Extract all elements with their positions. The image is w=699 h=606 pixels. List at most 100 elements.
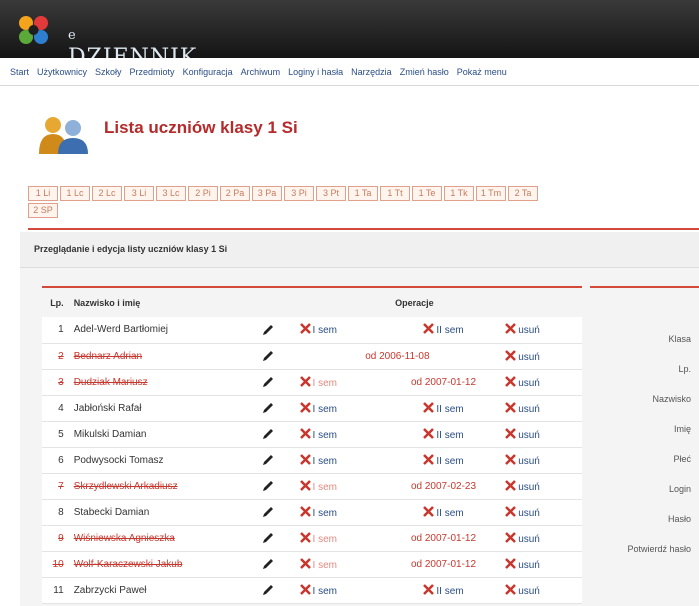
- remove-sem1-link[interactable]: I sem: [299, 557, 337, 571]
- class-tab[interactable]: 1 Li: [28, 186, 58, 201]
- menu-item[interactable]: Szkoły: [95, 67, 122, 77]
- row-student-name: Mikulski Damian: [69, 421, 243, 448]
- app-logo[interactable]: e DZIENNIK: [16, 14, 206, 70]
- class-tab[interactable]: 1 Ta: [348, 186, 378, 201]
- student-form: Klasa Lp. Nazwisko Imię Płeć Login Hasło Potwie…: [590, 286, 699, 606]
- edit-cell: [242, 421, 294, 448]
- table-row: 10 Wolf-Karaczewski Jakub I sem od 2007-01-…: [42, 551, 582, 578]
- class-tab[interactable]: 1 Lc: [60, 186, 90, 201]
- menu-item[interactable]: Archiwum: [241, 67, 281, 77]
- delete-student-link[interactable]: usuń: [505, 531, 540, 545]
- sem1-label: I sem: [312, 481, 337, 493]
- sem1-label: I sem: [312, 429, 337, 441]
- sem2-cell: II sem: [385, 421, 502, 448]
- sem1-label: I sem: [312, 533, 337, 545]
- remove-sem1-link[interactable]: I sem: [299, 505, 337, 519]
- remove-sem1-link[interactable]: I sem: [299, 531, 337, 545]
- remove-sem2-link[interactable]: II sem: [423, 427, 464, 441]
- class-tab[interactable]: 1 Tm: [476, 186, 506, 201]
- delete-student-link[interactable]: usuń: [505, 479, 540, 493]
- x-icon: [505, 557, 517, 569]
- form-field-label: Imię: [673, 424, 691, 434]
- form-field-label: Potwierdź hasło: [627, 544, 691, 554]
- row-student-name: Podwysocki Tomasz: [69, 447, 243, 474]
- pencil-icon[interactable]: [261, 479, 275, 493]
- pencil-icon[interactable]: [261, 453, 275, 467]
- remove-sem2-link[interactable]: II sem: [423, 453, 464, 467]
- pencil-icon[interactable]: [261, 557, 275, 571]
- class-tab[interactable]: 3 Li: [124, 186, 154, 201]
- sem1-cell: I sem: [293, 525, 386, 552]
- delete-student-link[interactable]: usuń: [505, 557, 540, 571]
- pencil-icon[interactable]: [261, 401, 275, 415]
- menu-item[interactable]: Narzędzia: [351, 67, 392, 77]
- x-icon: [299, 375, 311, 387]
- remove-sem1-link[interactable]: I sem: [299, 375, 337, 389]
- menu-item[interactable]: Konfiguracja: [183, 67, 233, 77]
- delete-student-link[interactable]: usuń: [505, 453, 540, 467]
- class-tab[interactable]: 2 Lc: [92, 186, 122, 201]
- pencil-icon[interactable]: [261, 349, 275, 363]
- menu-item[interactable]: Loginy i hasła: [288, 67, 343, 77]
- class-tab[interactable]: 1 Te: [412, 186, 442, 201]
- remove-sem1-link[interactable]: I sem: [299, 479, 337, 493]
- sem2-label: II sem: [436, 507, 464, 519]
- remove-sem2-link[interactable]: II sem: [423, 505, 464, 519]
- class-tab[interactable]: 1 Tt: [380, 186, 410, 201]
- class-tab[interactable]: 2 Ta: [508, 186, 538, 201]
- removed-date-text: od 2006-11-08: [365, 350, 430, 362]
- menu-item[interactable]: Użytkownicy: [37, 67, 87, 77]
- menu-item[interactable]: Zmień hasło: [400, 67, 449, 77]
- users-group-icon: [39, 117, 88, 154]
- menu-item[interactable]: Start: [10, 67, 29, 77]
- x-icon: [299, 401, 311, 413]
- delete-student-link[interactable]: usuń: [505, 583, 540, 597]
- x-icon: [505, 427, 517, 439]
- sem1-cell: I sem: [293, 317, 386, 344]
- class-tab[interactable]: 3 Pt: [316, 186, 346, 201]
- pencil-icon[interactable]: [261, 323, 275, 337]
- pencil-icon[interactable]: [261, 531, 275, 545]
- pencil-icon[interactable]: [261, 583, 275, 597]
- menu-item[interactable]: Pokaż menu: [457, 67, 507, 77]
- delete-student-link[interactable]: usuń: [505, 375, 540, 389]
- remove-sem1-link[interactable]: I sem: [299, 401, 337, 415]
- remove-sem1-link[interactable]: I sem: [299, 453, 337, 467]
- remove-sem2-link[interactable]: II sem: [423, 583, 464, 597]
- menu-item[interactable]: Przedmioty: [130, 67, 175, 77]
- delete-label: usuń: [518, 351, 540, 363]
- table-header-row: Lp. Nazwisko i imię Operacje: [42, 286, 582, 317]
- delete-student-link[interactable]: usuń: [505, 323, 540, 336]
- remove-sem1-link[interactable]: I sem: [299, 427, 337, 441]
- delete-student-link[interactable]: usuń: [505, 505, 540, 519]
- x-icon: [423, 323, 435, 335]
- x-icon: [505, 375, 517, 387]
- class-tab[interactable]: 3 Lc: [156, 186, 186, 201]
- x-icon: [505, 531, 517, 543]
- remove-sem2-link[interactable]: II sem: [423, 323, 464, 336]
- remove-sem1-link[interactable]: I sem: [299, 583, 337, 597]
- remove-sem2-link[interactable]: II sem: [423, 401, 464, 415]
- sem2-cell: od 2007-01-12: [385, 551, 502, 578]
- x-icon: [423, 505, 435, 517]
- row-lp: 8: [42, 499, 70, 526]
- delete-student-link[interactable]: usuń: [505, 349, 540, 363]
- delete-student-link[interactable]: usuń: [505, 427, 540, 441]
- x-icon: [505, 505, 517, 517]
- edit-cell: [242, 317, 294, 344]
- delete-student-link[interactable]: usuń: [505, 401, 540, 415]
- class-tab[interactable]: 3 Pa: [252, 186, 282, 201]
- class-tab[interactable]: 2 Pa: [220, 186, 250, 201]
- class-tab[interactable]: 3 Pi: [284, 186, 314, 201]
- class-tab[interactable]: 2 SP: [28, 203, 58, 218]
- pencil-icon[interactable]: [261, 505, 275, 519]
- x-icon: [423, 453, 435, 465]
- delete-cell: usuń: [501, 447, 582, 474]
- pencil-icon[interactable]: [261, 375, 275, 389]
- class-tab[interactable]: 1 Tk: [444, 186, 474, 201]
- remove-sem1-link[interactable]: I sem: [299, 323, 337, 336]
- pencil-icon[interactable]: [261, 427, 275, 441]
- class-tab[interactable]: 2 Pi: [188, 186, 218, 201]
- edit-cell: [242, 447, 294, 474]
- sem1-label: I sem: [312, 377, 337, 389]
